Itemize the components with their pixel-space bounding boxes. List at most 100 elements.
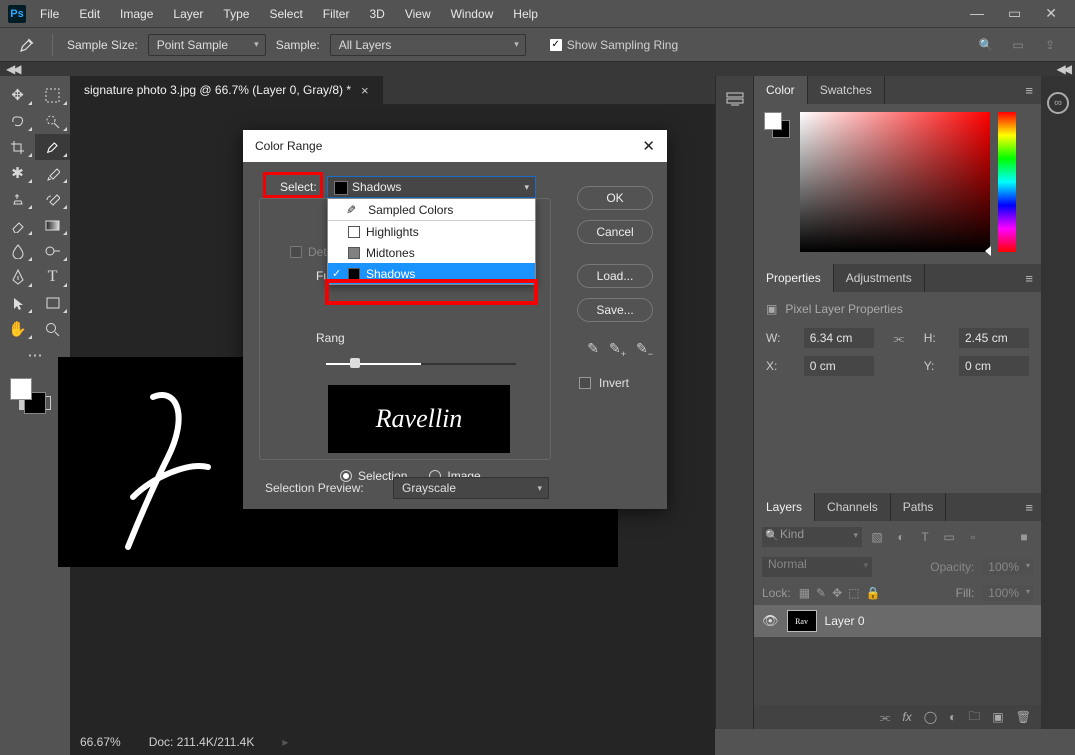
menu-file[interactable]: File — [40, 7, 59, 21]
eyedropper-icon[interactable]: ✎ — [587, 340, 599, 359]
type-tool[interactable]: T — [35, 264, 70, 290]
selection-preview-select[interactable]: Grayscale — [393, 477, 549, 499]
quick-select-tool[interactable] — [35, 108, 70, 134]
path-select-tool[interactable] — [0, 290, 35, 316]
dialog-titlebar[interactable]: Color Range ✕ — [243, 130, 667, 162]
menu-type[interactable]: Type — [223, 7, 249, 21]
layer-name[interactable]: Layer 0 — [825, 614, 865, 628]
y-input[interactable] — [959, 356, 1029, 376]
hand-tool[interactable]: ✋ — [0, 316, 35, 342]
panel-collapse-bar[interactable]: ◀◀ ◀◀ — [0, 62, 1075, 76]
cancel-button[interactable]: Cancel — [577, 220, 653, 244]
opacity-value[interactable]: 100% — [982, 559, 1033, 575]
new-layer-icon[interactable]: ▣ — [992, 710, 1003, 724]
menu-layer[interactable]: Layer — [173, 7, 203, 21]
shape-tool[interactable] — [35, 290, 70, 316]
blur-tool[interactable] — [0, 238, 35, 264]
layer-thumbnail[interactable]: Rav — [787, 610, 817, 632]
save-button[interactable]: Save... — [577, 298, 653, 322]
tab-layers[interactable]: Layers — [754, 493, 815, 521]
option-sampled-colors[interactable]: Sampled Colors — [328, 199, 535, 220]
layer-mask-icon[interactable]: ◯ — [924, 710, 937, 724]
panel-menu-icon[interactable]: ≡ — [1017, 500, 1041, 515]
layer-fx-icon[interactable]: fx — [902, 710, 911, 724]
share-icon[interactable]: ⇪ — [1041, 36, 1059, 54]
fill-value[interactable]: 100% — [982, 585, 1033, 601]
tab-color[interactable]: Color — [754, 76, 808, 104]
marquee-tool[interactable] — [35, 82, 70, 108]
hue-slider[interactable] — [998, 112, 1016, 252]
layer-filter-kind[interactable]: Kind — [762, 527, 862, 547]
window-close-icon[interactable]: ✕ — [1045, 5, 1057, 22]
filter-shape-icon[interactable]: ▭ — [940, 530, 958, 544]
filter-toggle-icon[interactable]: ■ — [1015, 530, 1033, 544]
eyedropper-sub-icon[interactable]: ✎− — [636, 340, 653, 359]
panel-menu-icon[interactable]: ≡ — [1017, 83, 1041, 98]
ok-button[interactable]: OK — [577, 186, 653, 210]
tab-channels[interactable]: Channels — [815, 493, 891, 521]
visibility-toggle-icon[interactable]: 👁 — [762, 613, 779, 629]
width-input[interactable] — [804, 328, 874, 348]
option-highlights[interactable]: Highlights — [328, 221, 535, 242]
workspace-icon[interactable]: ▭ — [1009, 36, 1027, 54]
move-tool[interactable]: ✥ — [0, 82, 35, 108]
healing-brush-tool[interactable]: ✱ — [0, 160, 35, 186]
eyedropper-add-icon[interactable]: ✎+ — [609, 340, 626, 359]
option-shadows[interactable]: ✓Shadows — [328, 263, 535, 284]
tab-adjustments[interactable]: Adjustments — [834, 264, 925, 292]
option-midtones[interactable]: Midtones — [328, 242, 535, 263]
select-dropdown[interactable]: Shadows — [327, 176, 536, 198]
range-slider[interactable] — [326, 357, 516, 371]
search-icon[interactable]: 🔍 — [977, 36, 995, 54]
zoom-readout[interactable]: 66.67% — [80, 735, 121, 749]
window-restore-icon[interactable]: ▭ — [1008, 5, 1021, 22]
blend-mode-select[interactable]: Normal — [762, 557, 872, 577]
creative-cloud-icon[interactable]: ∞ — [1047, 92, 1069, 114]
zoom-tool[interactable] — [35, 316, 70, 342]
link-layers-icon[interactable]: ⫘ — [880, 710, 891, 725]
delete-layer-icon[interactable]: 🗑 — [1016, 710, 1031, 724]
invert-checkbox[interactable]: Invert — [579, 376, 629, 390]
x-input[interactable] — [804, 356, 874, 376]
window-minimize-icon[interactable]: — — [970, 5, 984, 22]
color-field[interactable] — [800, 112, 990, 252]
eraser-tool[interactable] — [0, 212, 35, 238]
history-brush-tool[interactable] — [35, 186, 70, 212]
dodge-tool[interactable] — [35, 238, 70, 264]
filter-image-icon[interactable]: ▧ — [868, 530, 886, 544]
collapse-left-icon[interactable]: ◀◀ — [6, 62, 18, 76]
brush-tool[interactable] — [35, 160, 70, 186]
gradient-tool[interactable] — [35, 212, 70, 238]
layer-item[interactable]: 👁 Rav Layer 0 — [754, 605, 1041, 637]
doc-size-readout[interactable]: Doc: 211.4K/211.4K — [149, 735, 255, 749]
eyedropper-tool[interactable] — [35, 134, 70, 160]
height-input[interactable] — [959, 328, 1029, 348]
menu-help[interactable]: Help — [513, 7, 538, 21]
panel-fgbg-swatch[interactable] — [764, 112, 792, 140]
history-panel-icon[interactable] — [723, 88, 747, 112]
status-chevron-icon[interactable]: ▸ — [282, 735, 288, 749]
clone-stamp-tool[interactable] — [0, 186, 35, 212]
tab-properties[interactable]: Properties — [754, 264, 834, 292]
menu-select[interactable]: Select — [269, 7, 302, 21]
dialog-close-icon[interactable]: ✕ — [642, 137, 655, 155]
crop-tool[interactable] — [0, 134, 35, 160]
link-wh-icon[interactable]: ⫘ — [882, 331, 916, 346]
filter-type-icon[interactable]: T — [916, 530, 934, 544]
eyedropper-tool-icon[interactable] — [16, 34, 38, 56]
tab-paths[interactable]: Paths — [891, 493, 947, 521]
lasso-tool[interactable] — [0, 108, 35, 134]
menu-image[interactable]: Image — [120, 7, 153, 21]
load-button[interactable]: Load... — [577, 264, 653, 288]
menu-filter[interactable]: Filter — [323, 7, 350, 21]
menu-view[interactable]: View — [405, 7, 431, 21]
sample-select[interactable]: All Layers — [330, 34, 526, 56]
filter-smart-icon[interactable]: ▫ — [964, 530, 982, 544]
tab-close-icon[interactable]: × — [361, 83, 369, 98]
pen-tool[interactable] — [0, 264, 35, 290]
adjustment-layer-icon[interactable]: ◐ — [949, 710, 956, 724]
show-sampling-ring-checkbox[interactable]: ✓ Show Sampling Ring — [550, 38, 678, 52]
collapse-right-icon[interactable]: ◀◀ — [1057, 62, 1069, 76]
lock-icons[interactable]: ▦✎✥⬚🔒 — [799, 586, 887, 600]
menu-window[interactable]: Window — [451, 7, 494, 21]
